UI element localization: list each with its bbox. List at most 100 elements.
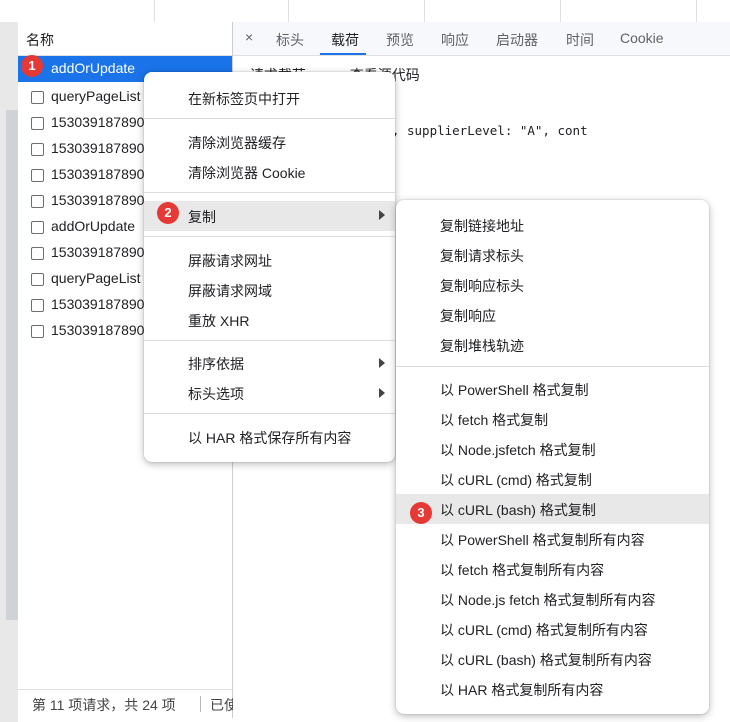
menu-item-label: 以 HAR 格式保存所有内容	[188, 430, 352, 446]
menu-item-label: 重放 XHR	[188, 313, 250, 329]
menu-item-block-request-url[interactable]: 屏蔽请求网址	[144, 246, 395, 274]
menu-item-label: 复制请求标头	[440, 248, 524, 264]
menu-item-copy-as-fetch[interactable]: 以 fetch 格式复制	[396, 405, 709, 433]
menu-item-label: 以 cURL (bash) 格式复制	[440, 502, 596, 518]
request-name: 153039187890	[51, 140, 145, 156]
menu-item-copy-as-curl-cmd[interactable]: 以 cURL (cmd) 格式复制	[396, 465, 709, 493]
menu-item-label: 以 cURL (cmd) 格式复制所有内容	[440, 622, 648, 638]
step-badge: 3	[410, 502, 432, 524]
menu-item-label: 以 HAR 格式复制所有内容	[440, 682, 604, 698]
menu-item-label: 以 cURL (bash) 格式复制所有内容	[440, 652, 652, 668]
menu-item-label: 排序依据	[188, 356, 244, 372]
copy-submenu: 复制链接地址 复制请求标头 复制响应标头 复制响应 复制堆栈轨迹 以 Power…	[396, 200, 709, 714]
divider	[154, 0, 155, 22]
menu-separator	[144, 413, 395, 414]
menu-item-copy-as-nodejs-fetch[interactable]: 以 Node.jsfetch 格式复制	[396, 435, 709, 463]
menu-item-label: 以 fetch 格式复制所有内容	[440, 562, 605, 578]
menu-item-label: 复制响应	[440, 308, 496, 324]
request-type-icon	[31, 273, 44, 286]
request-name: 153039187890	[51, 192, 145, 208]
request-type-icon	[31, 221, 44, 234]
menu-item-label: 以 Node.jsfetch 格式复制	[440, 442, 596, 458]
divider	[560, 0, 561, 22]
column-header-label: 名称	[26, 32, 54, 48]
menu-item-replay-xhr[interactable]: 重放 XHR	[144, 306, 395, 334]
menu-item-copy-link-address[interactable]: 复制链接地址	[396, 211, 709, 239]
menu-item-copy-stack-trace[interactable]: 复制堆栈轨迹	[396, 331, 709, 359]
tab-payload[interactable]: 载荷	[331, 30, 359, 50]
divider	[696, 0, 697, 22]
menu-item-sort-by[interactable]: 排序依据	[144, 349, 395, 377]
menu-item-label: 在新标签页中打开	[188, 91, 300, 107]
menu-item-label: 复制链接地址	[440, 218, 524, 234]
menu-item-block-request-domain[interactable]: 屏蔽请求网域	[144, 276, 395, 304]
menu-item-copy-response-headers[interactable]: 复制响应标头	[396, 271, 709, 299]
step-badge: 1	[21, 55, 43, 77]
request-type-icon	[31, 299, 44, 312]
menu-item-copy-all-as-curl-cmd[interactable]: 以 cURL (cmd) 格式复制所有内容	[396, 615, 709, 643]
request-type-icon	[31, 195, 44, 208]
menu-item-copy-as-powershell[interactable]: 以 PowerShell 格式复制	[396, 375, 709, 403]
menu-item-label: 以 fetch 格式复制	[440, 412, 549, 428]
request-type-icon	[31, 91, 44, 104]
menu-item-label: 以 PowerShell 格式复制所有内容	[440, 532, 645, 548]
tab-preview[interactable]: 预览	[386, 30, 414, 50]
menu-item-copy-all-as-fetch[interactable]: 以 fetch 格式复制所有内容	[396, 555, 709, 583]
tab-timing[interactable]: 时间	[566, 30, 594, 50]
divider	[288, 0, 289, 22]
request-type-icon	[31, 247, 44, 260]
menu-item-label: 屏蔽请求网域	[188, 283, 272, 299]
menu-separator	[144, 236, 395, 237]
menu-item-open-in-new-tab[interactable]: 在新标签页中打开	[144, 84, 395, 112]
divider	[200, 696, 201, 712]
request-name: 153039187890	[51, 322, 145, 338]
menu-item-copy-as-curl-bash[interactable]: 以 cURL (bash) 格式复制	[396, 494, 709, 524]
request-name: 153039187890	[51, 114, 145, 130]
request-type-icon	[31, 169, 44, 182]
request-type-icon	[31, 143, 44, 156]
menu-separator	[144, 340, 395, 341]
chevron-right-icon	[379, 358, 385, 368]
menu-item-copy-all-as-har[interactable]: 以 HAR 格式复制所有内容	[396, 675, 709, 703]
menu-item-label: 标头选项	[188, 386, 244, 402]
menu-item-header-options[interactable]: 标头选项	[144, 379, 395, 407]
tab-cookies[interactable]: Cookie	[620, 30, 664, 46]
menu-item-copy-all-as-nodejs-fetch[interactable]: 以 Node.js fetch 格式复制所有内容	[396, 585, 709, 613]
menu-item-copy-all-as-curl-bash[interactable]: 以 cURL (bash) 格式复制所有内容	[396, 645, 709, 673]
request-name: addOrUpdate	[51, 218, 136, 234]
left-scrollbar[interactable]	[6, 110, 18, 620]
request-name: queryPageList	[51, 270, 141, 286]
tab-response[interactable]: 响应	[441, 30, 469, 50]
column-header-name[interactable]: 名称	[18, 22, 232, 56]
menu-item-copy-all-as-powershell[interactable]: 以 PowerShell 格式复制所有内容	[396, 525, 709, 553]
menu-item-label: 以 PowerShell 格式复制	[440, 382, 589, 398]
request-name: 153039187890	[51, 296, 145, 312]
menu-item-label: 屏蔽请求网址	[188, 253, 272, 269]
menu-item-label: 复制堆栈轨迹	[440, 338, 524, 354]
request-name: queryPageList	[51, 88, 141, 104]
request-type-icon	[31, 117, 44, 130]
request-name: 153039187890	[51, 244, 145, 260]
menu-item-save-all-as-har[interactable]: 以 HAR 格式保存所有内容	[144, 423, 395, 451]
menu-item-label: 清除浏览器缓存	[188, 135, 286, 151]
menu-item-label: 以 cURL (cmd) 格式复制	[440, 472, 592, 488]
chevron-right-icon	[379, 388, 385, 398]
tab-initiator[interactable]: 启动器	[496, 30, 538, 50]
menu-item-copy-request-headers[interactable]: 复制请求标头	[396, 241, 709, 269]
status-bar: 第 11 项请求，共 24 项 已使	[18, 689, 238, 718]
menu-separator	[144, 118, 395, 119]
request-type-icon	[31, 325, 44, 338]
menu-item-label: 清除浏览器 Cookie	[188, 165, 306, 181]
close-icon[interactable]: ×	[245, 29, 253, 45]
request-count: 第 11 项请求，共 24 项	[32, 697, 176, 713]
menu-item-clear-cache[interactable]: 清除浏览器缓存	[144, 128, 395, 156]
menu-item-copy-response[interactable]: 复制响应	[396, 301, 709, 329]
request-name: addOrUpdate	[51, 60, 136, 76]
chevron-right-icon	[379, 210, 385, 220]
menu-separator	[396, 366, 709, 367]
menu-item-clear-cookies[interactable]: 清除浏览器 Cookie	[144, 158, 395, 186]
tab-headers[interactable]: 标头	[276, 30, 304, 50]
menu-item-label: 复制	[188, 209, 216, 225]
menu-separator	[144, 192, 395, 193]
menu-item-copy[interactable]: 复制	[144, 201, 395, 231]
